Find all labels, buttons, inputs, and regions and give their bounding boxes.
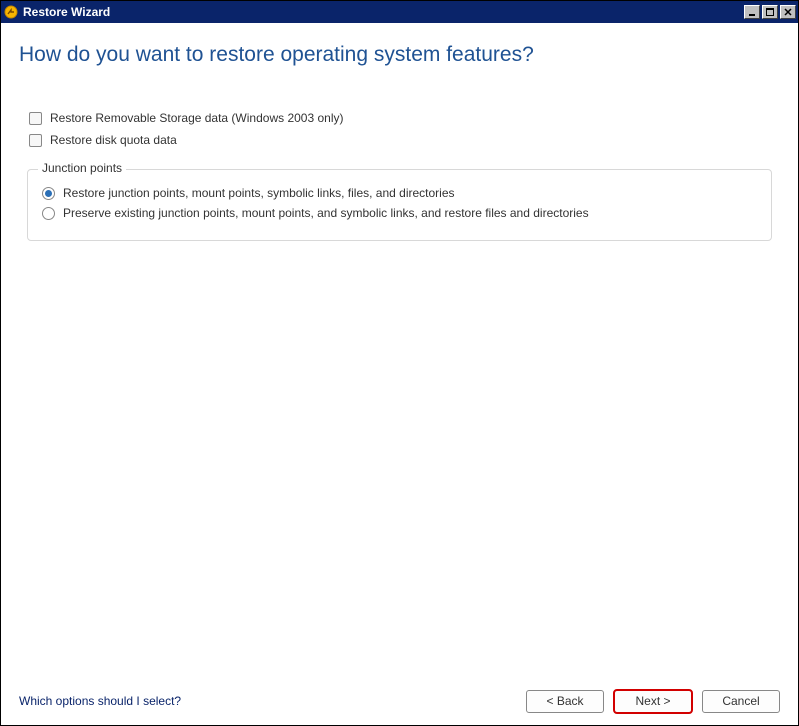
checkbox-icon[interactable] — [29, 112, 42, 125]
maximize-button[interactable] — [762, 5, 778, 19]
checkbox-restore-disk-quota[interactable]: Restore disk quota data — [19, 133, 780, 147]
radio-restore-junction-points[interactable]: Restore junction points, mount points, s… — [42, 186, 757, 200]
group-legend: Junction points — [38, 161, 126, 175]
radio-icon[interactable] — [42, 187, 55, 200]
checkbox-icon[interactable] — [29, 134, 42, 147]
close-button[interactable] — [780, 5, 796, 19]
app-icon — [3, 4, 19, 20]
checkbox-label: Restore disk quota data — [50, 133, 177, 147]
junction-points-group: Junction points Restore junction points,… — [27, 169, 772, 241]
page-heading: How do you want to restore operating sys… — [19, 43, 780, 67]
checkbox-label: Restore Removable Storage data (Windows … — [50, 111, 343, 125]
window-controls — [742, 5, 796, 19]
radio-preserve-junction-points[interactable]: Preserve existing junction points, mount… — [42, 206, 757, 220]
window-title: Restore Wizard — [23, 5, 742, 19]
next-button[interactable]: Next > — [614, 690, 692, 713]
back-button[interactable]: < Back — [526, 690, 604, 713]
minimize-button[interactable] — [744, 5, 760, 19]
radio-icon[interactable] — [42, 207, 55, 220]
footer: Which options should I select? < Back Ne… — [1, 677, 798, 725]
button-group: < Back Next > Cancel — [526, 690, 780, 713]
cancel-button[interactable]: Cancel — [702, 690, 780, 713]
radio-label: Restore junction points, mount points, s… — [63, 186, 455, 200]
radio-label: Preserve existing junction points, mount… — [63, 206, 589, 220]
content-area: How do you want to restore operating sys… — [1, 23, 798, 677]
help-link[interactable]: Which options should I select? — [19, 694, 526, 708]
checkbox-restore-removable-storage[interactable]: Restore Removable Storage data (Windows … — [19, 111, 780, 125]
titlebar: Restore Wizard — [1, 1, 798, 23]
